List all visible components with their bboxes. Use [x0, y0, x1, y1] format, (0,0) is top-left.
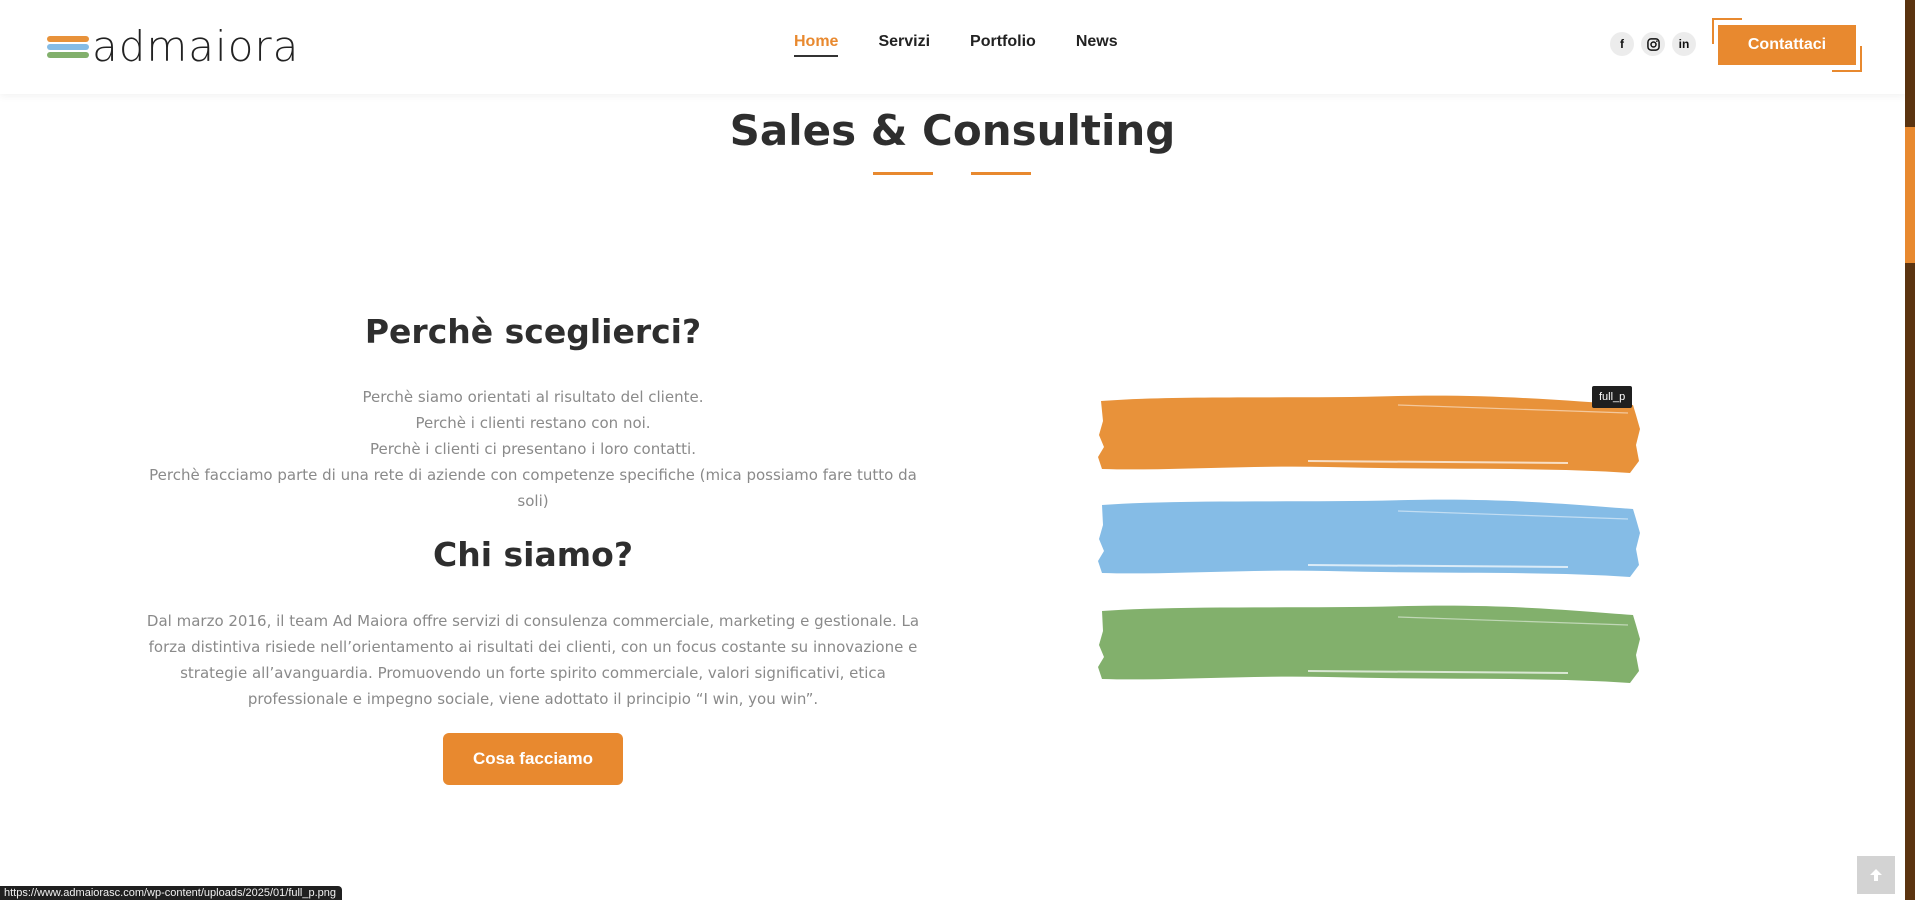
contattaci-button[interactable]: Contattaci — [1718, 25, 1856, 65]
site-header: admaiora Home Servizi Portfolio News f i… — [0, 0, 1905, 94]
why-heading: Perchè sceglierci? — [364, 312, 702, 351]
nav-home[interactable]: Home — [794, 33, 839, 57]
section-title: Sales & Consulting — [729, 106, 1176, 155]
about-block: Chi siamo? — [133, 535, 933, 574]
why-line: Perchè siamo orientati al risultato del … — [362, 388, 704, 406]
cosa-facciamo-button[interactable]: Cosa facciamo — [443, 733, 623, 785]
why-line: Perchè facciamo parte di una rete di azi… — [149, 466, 917, 510]
scrollbar-thumb[interactable] — [1905, 127, 1915, 263]
logo-text: admaiora — [92, 22, 300, 71]
back-to-top-button[interactable] — [1857, 856, 1895, 894]
arrow-up-icon — [1870, 869, 1882, 881]
about-heading: Chi siamo? — [433, 535, 633, 574]
nav-servizi[interactable]: Servizi — [878, 33, 930, 57]
why-choose-us-block: Perchè sceglierci? — [133, 312, 933, 351]
about-text: Dal marzo 2016, il team Ad Maiora offre … — [146, 612, 920, 708]
why-list: Perchè siamo orientati al risultato del … — [133, 384, 933, 514]
social-links: f in — [1610, 32, 1703, 56]
main-nav: Home Servizi Portfolio News — [794, 33, 1158, 57]
brush-stripes-image — [1098, 395, 1640, 683]
nav-portfolio[interactable]: Portfolio — [970, 33, 1036, 57]
page-scrollbar[interactable] — [1905, 0, 1915, 900]
image-tooltip: full_p — [1592, 386, 1633, 408]
title-underline-left — [873, 172, 933, 175]
title-underline-right — [971, 172, 1031, 175]
logo-stripes-icon — [47, 35, 89, 59]
linkedin-icon[interactable]: in — [1672, 32, 1696, 56]
why-line: Perchè i clienti restano con noi. — [415, 414, 651, 432]
instagram-icon[interactable] — [1641, 32, 1665, 56]
contact-cta: Contattaci — [1712, 18, 1862, 72]
about-text-wrap: Dal marzo 2016, il team Ad Maiora offre … — [133, 608, 933, 712]
facebook-icon[interactable]: f — [1610, 32, 1634, 56]
why-line: Perchè i clienti ci presentano i loro co… — [369, 440, 696, 458]
browser-status-url: https://www.admaiorasc.com/wp-content/up… — [0, 886, 343, 900]
nav-news[interactable]: News — [1076, 33, 1118, 57]
logo[interactable]: admaiora — [47, 24, 299, 70]
